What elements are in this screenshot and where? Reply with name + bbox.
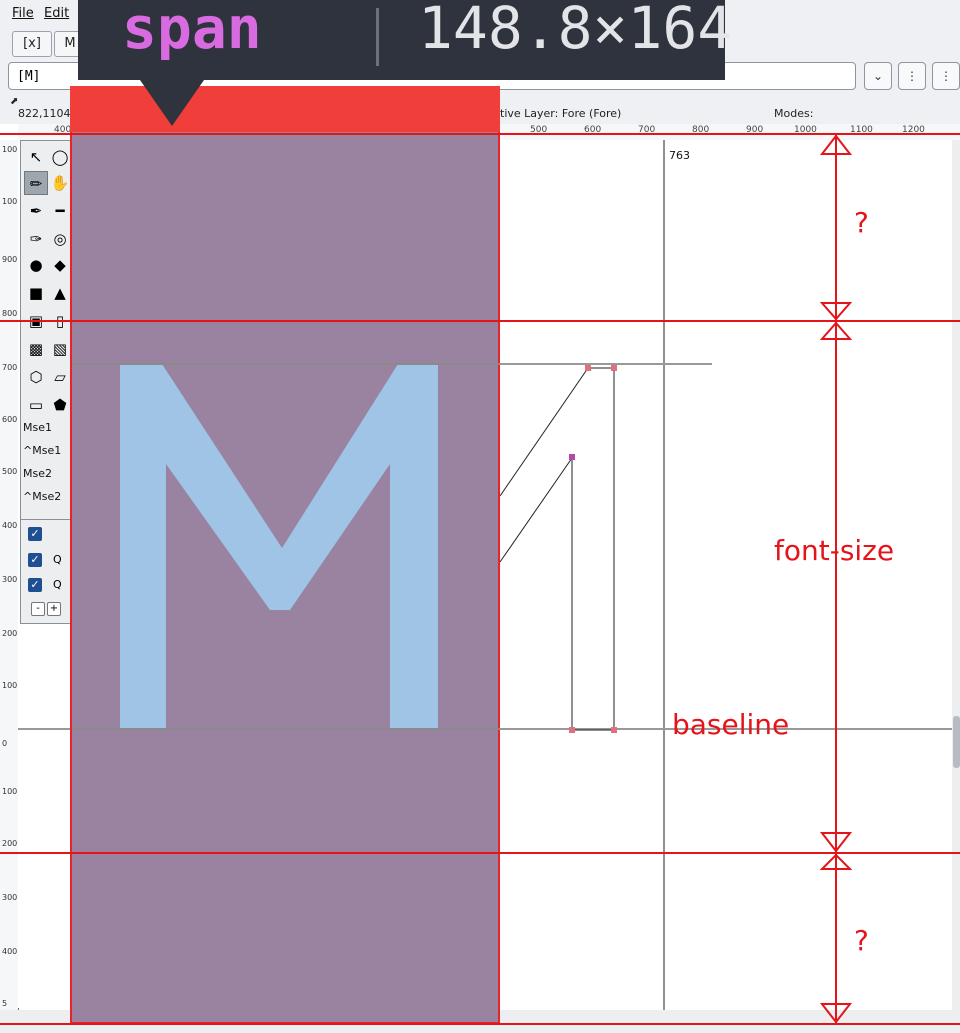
font-size-label: font-size xyxy=(774,534,895,567)
baseline-label: baseline xyxy=(672,708,790,741)
inspector-tooltip: span 148.8×164 xyxy=(78,0,732,80)
descent-question-label: ? xyxy=(854,924,869,957)
tooltip-dimensions: 148.8×164 xyxy=(418,0,733,62)
tooltip-arrow xyxy=(140,80,204,126)
tooltip-element-name: span xyxy=(122,0,262,62)
annotation-layer xyxy=(0,133,960,1025)
tooltip-separator xyxy=(376,8,379,66)
ascent-question-label: ? xyxy=(854,206,869,239)
tooltip-highlight-band xyxy=(70,86,500,132)
